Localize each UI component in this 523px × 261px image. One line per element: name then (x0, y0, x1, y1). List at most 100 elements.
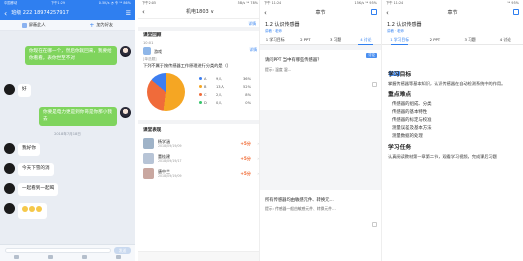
tab-discussion[interactable]: 4 讨论 (488, 35, 523, 45)
score-badge: +5分 (240, 140, 251, 146)
legend-dot (199, 77, 202, 81)
legend-dot (199, 93, 202, 97)
tab-ppt[interactable]: 2 PPT (417, 35, 452, 45)
record-time: 2018/09/19/09 (158, 143, 182, 148)
lesson-content: 学习目标 掌握传感器等基本知识，认识传感器在自动检测系统中的作用。 重点难点 传… (382, 69, 523, 161)
emoji-icon (36, 206, 42, 212)
status-time: 下午 11:24 (264, 1, 282, 6)
avatar (120, 46, 131, 57)
option-percent: 36% (243, 76, 251, 81)
bottom-bar (138, 251, 262, 261)
send-button[interactable]: 发送 (114, 247, 131, 254)
tab-ppt[interactable]: 2 PPT (290, 35, 320, 45)
message-item: 你要是电力更是到你哥是你那小我去 (19, 107, 131, 127)
emoji-icon[interactable] (115, 255, 121, 259)
block-user-button[interactable]: 屏蔽此人 (0, 22, 68, 28)
chapter-title: 章节 (315, 9, 326, 16)
option-label: D (204, 100, 207, 105)
chat-messages: 你现在在哪一个，然后你就回来，我要给你看看，表你世至不对 好 你要是电力更是到你… (0, 31, 135, 244)
review-details-link[interactable]: 详情 (249, 47, 257, 53)
back-icon[interactable]: ‹ (4, 9, 7, 18)
message-item: 你现在在哪一个，然后你就回来，我要给你看看，表你世至不对 (19, 46, 131, 66)
discussion-question: 请问PPT 当中有哪些传感器？ (265, 58, 322, 64)
class-review-screen: 下午2:05 5B/s ⁹⁴ 78% ‹ 机电1803 ∨ 详情 课堂回顾 10… (138, 0, 262, 261)
status-indicators: ⁹⁴ 95% (507, 1, 519, 6)
comment-icon[interactable] (372, 82, 377, 88)
class-summary: 详情 (138, 19, 262, 31)
discussion-card[interactable]: 讨论 请问PPT 当中有哪些传感器？ 提示: 温度 湿… (260, 50, 381, 90)
performance-row[interactable]: 唐中兰 2018/09/19/09 +5分 › (138, 166, 262, 181)
message-bubble: 我好你 (18, 143, 40, 156)
avatar (143, 167, 154, 179)
poster-name: 游戏 (154, 48, 162, 54)
lesson-tabs: 1 学习目标 2 PPT 3 习题 4 讨论 (382, 35, 523, 46)
section-title: 课堂回顾 (143, 33, 162, 38)
option-label: B (204, 84, 207, 89)
add-friend-button[interactable]: + 加为好友 (68, 21, 136, 29)
tab-goals[interactable]: 1 学习目标 (260, 35, 290, 45)
question-text: 下列不属于按传感器工作原理进行分类的是（） (143, 62, 231, 68)
comment-icon[interactable] (372, 222, 377, 227)
lesson-title: 1.2 认识传感器 (265, 22, 300, 28)
key-points-heading: 重点难点 (388, 91, 412, 98)
option-label: C (204, 92, 207, 97)
chapter-discussion-screen: 下午 11:24 15K/s ⁹⁴ 95% ‹ 章节 1.2 认识传感器 讲稿 … (259, 0, 381, 261)
share-icon[interactable] (513, 9, 519, 15)
status-bar: 下午2:05 5B/s ⁹⁴ 78% (138, 0, 262, 7)
key-point-item: 传感器的基本特性 (392, 109, 428, 115)
message-bubble: 你现在在哪一个，然后你就回来，我要给你看看，表你世至不对 (25, 46, 117, 66)
avatar (143, 152, 154, 164)
status-bar: 中国移动 下午1:29 0.5K/s ◔ 令 ⁹⁴ 86% (0, 0, 135, 7)
menu-icon[interactable]: ☰ (126, 10, 131, 18)
tab-discussion[interactable]: 4 讨论 (351, 35, 381, 45)
message-item: 今天下雪的消 (4, 163, 54, 176)
avatar (4, 183, 15, 194)
camera-icon[interactable] (48, 255, 54, 259)
tab-exercises[interactable]: 3 习题 (453, 35, 488, 45)
message-input[interactable] (5, 248, 111, 253)
performance-row[interactable]: 董桂建 2018/09/19/17 +5分 › (138, 151, 262, 166)
file-icon[interactable] (81, 255, 87, 259)
class-title[interactable]: 机电1803 ∨ (152, 9, 258, 15)
chat-toolbar (0, 254, 135, 260)
status-indicators: 0.5K/s ◔ 令 ⁹⁴ 86% (98, 1, 131, 6)
status-indicators: 15K/s ⁹⁴ 95% (354, 1, 377, 6)
answer-legend: A 9人 36% B 13人 52% C 2人 8% D 0人 0% (199, 75, 251, 107)
tab-goals[interactable]: 1 学习目标 (382, 35, 417, 45)
message-item: 好 (4, 84, 31, 97)
record-time: 2018/09/19/09 (158, 173, 182, 178)
performance-row[interactable]: 杨学涵 2018/09/19/09 +5分 › (138, 136, 262, 151)
status-time: 下午2:05 (142, 1, 156, 6)
tab-exercises[interactable]: 3 习题 (321, 35, 351, 45)
discussion-card[interactable]: 所有传感器均由敏感元件、转换元… 提示: 传感器一般由敏感元件、转换元件… (260, 190, 381, 230)
chapter-header: ‹ 章节 (382, 7, 523, 19)
score-badge: +5分 (240, 155, 251, 161)
lesson-title: 1.2 认识传感器 (387, 22, 422, 28)
add-friend-icon: + (89, 21, 95, 29)
avatar (4, 203, 15, 214)
legend-row: A 9人 36% (199, 75, 251, 83)
goals-text: 掌握传感器等基本知识，认识传感器在自动检测系统中的作用。 (388, 81, 506, 87)
avatar (143, 47, 151, 56)
add-friend-label: 加为好友 (96, 22, 114, 28)
score-badge: +5分 (240, 170, 251, 176)
key-point-item: 测量误差及基本方法 (392, 125, 432, 131)
class-header: ‹ 机电1803 ∨ (138, 7, 262, 19)
message-item: 一起看到一起喝 (4, 183, 59, 196)
answer-chart: A 9人 36% B 13人 52% C 2人 8% D 0人 0% (143, 71, 257, 115)
back-icon[interactable]: ‹ (142, 9, 152, 16)
avatar (4, 84, 15, 95)
summary-details-link[interactable]: 详情 (248, 21, 256, 27)
empty-area (260, 110, 381, 190)
app-screenshots: 中国移动 下午1:29 0.5K/s ◔ 令 ⁹⁴ 86% ‹ 班级 222 1… (0, 0, 523, 261)
class-review-section: 课堂回顾 10:01 游戏 详情 [单选题] 下列不属于按传感器工作原理进行分类… (138, 31, 262, 117)
option-percent: 0% (245, 100, 251, 105)
block-user-label: 屏蔽此人 (28, 22, 46, 28)
share-icon[interactable] (371, 9, 377, 15)
chat-actions: 屏蔽此人 + 加为好友 (0, 20, 135, 31)
image-icon[interactable] (14, 255, 20, 259)
avatar (4, 163, 15, 174)
answer-pie-chart (147, 72, 185, 111)
avatar (4, 143, 15, 154)
emoji-icon (22, 206, 28, 212)
